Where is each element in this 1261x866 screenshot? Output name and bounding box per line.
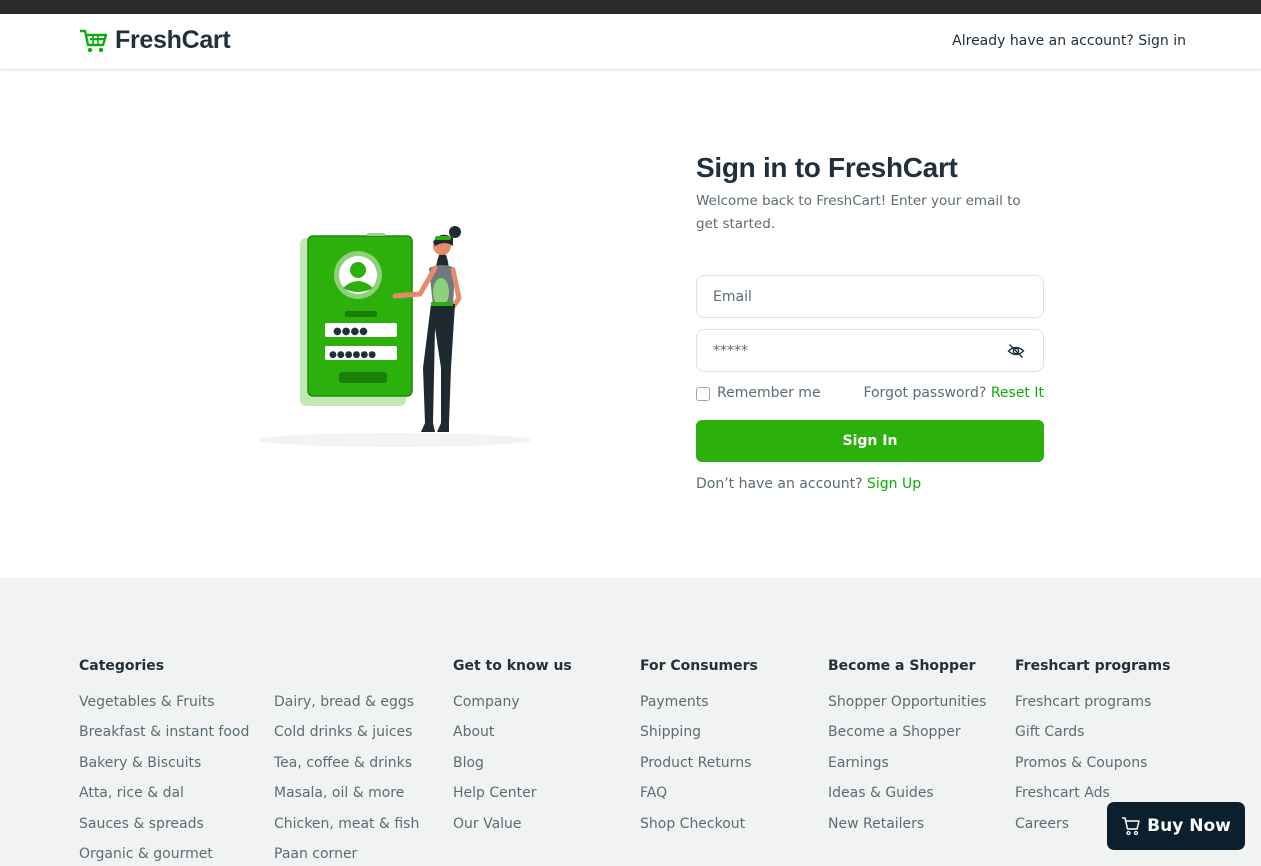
buy-now-button[interactable]: Buy Now: [1107, 802, 1245, 850]
email-field[interactable]: Email: [696, 275, 1044, 318]
email-placeholder: Email: [713, 288, 752, 305]
cart-logo-icon: [80, 29, 108, 52]
footer-link[interactable]: Masala, oil & more: [274, 785, 419, 815]
footer-link[interactable]: Ideas & Guides: [828, 785, 986, 815]
footer-link[interactable]: Earnings: [828, 755, 986, 785]
footer-link[interactable]: FAQ: [640, 785, 758, 815]
signin-title: Sign in to FreshCart: [696, 152, 958, 183]
svg-text:●●●●: ●●●●: [333, 326, 368, 337]
footer-link[interactable]: Breakfast & instant food: [79, 724, 249, 754]
eye-slash-icon[interactable]: [1007, 342, 1025, 360]
footer-link[interactable]: Tea, coffee & drinks: [274, 755, 419, 785]
svg-text:●●●●●●: ●●●●●●: [329, 350, 376, 360]
categories-list-1: Vegetables & Fruits Breakfast & instant …: [79, 694, 249, 866]
browser-top-strip: [0, 0, 1261, 14]
footer-shopper: Become a Shopper Shopper Opportunities B…: [828, 658, 986, 846]
footer-link[interactable]: Blog: [453, 755, 572, 785]
footer-link[interactable]: Help Center: [453, 785, 572, 815]
footer-link[interactable]: Paan corner: [274, 846, 419, 866]
footer-link[interactable]: Gift Cards: [1015, 724, 1170, 754]
footer-link[interactable]: Sauces & spreads: [79, 816, 249, 846]
password-field[interactable]: *****: [696, 329, 1044, 372]
site-header: FreshCart Already have an account? Sign …: [0, 14, 1261, 70]
consumers-list: Payments Shipping Product Returns FAQ Sh…: [640, 694, 758, 846]
remember-label[interactable]: Remember me: [717, 385, 821, 401]
footer-link[interactable]: Become a Shopper: [828, 724, 986, 754]
signin-button[interactable]: Sign In: [696, 420, 1044, 462]
brand-name: FreshCart: [115, 26, 231, 54]
forgot-prompt: Forgot password?: [863, 385, 987, 401]
header-signin-link[interactable]: Sign in: [1138, 33, 1186, 49]
footer-heading-consumers: For Consumers: [640, 658, 758, 674]
cart-icon: [1122, 817, 1140, 836]
signin-illustration: ●●●● ●●●●●●: [258, 226, 532, 447]
footer-consumers: For Consumers Payments Shipping Product …: [640, 658, 758, 846]
buy-now-label: Buy Now: [1147, 816, 1231, 836]
footer-link[interactable]: Product Returns: [640, 755, 758, 785]
footer-link[interactable]: Promos & Coupons: [1015, 755, 1170, 785]
signin-form-panel: Sign in to FreshCart Welcome back to Fre…: [696, 152, 1044, 492]
footer-link[interactable]: About: [453, 724, 572, 754]
signin-subtitle: Welcome back to FreshCart! Enter your em…: [696, 193, 1021, 232]
footer-link[interactable]: Dairy, bread & eggs: [274, 694, 419, 724]
password-value: *****: [713, 342, 748, 359]
footer-heading-shopper: Become a Shopper: [828, 658, 976, 674]
footer-link[interactable]: Atta, rice & dal: [79, 785, 249, 815]
signup-prompt-row: Don’t have an account? Sign Up: [696, 476, 921, 492]
shopper-list: Shopper Opportunities Become a Shopper E…: [828, 694, 986, 846]
footer-heading-programs: Freshcart programs: [1015, 658, 1171, 674]
forgot-password: Forgot password? Reset It: [863, 385, 1044, 401]
footer-heading-know-us: Get to know us: [453, 658, 572, 674]
remember-row: Remember me Forgot password? Reset It: [696, 385, 1044, 405]
footer-link[interactable]: Shopper Opportunities: [828, 694, 986, 724]
reset-password-link[interactable]: Reset It: [991, 385, 1044, 401]
footer-heading-spacer: [274, 658, 419, 678]
footer-link[interactable]: Shop Checkout: [640, 816, 758, 846]
footer-link[interactable]: Cold drinks & juices: [274, 724, 419, 754]
footer-link[interactable]: Shipping: [640, 724, 758, 754]
footer-link[interactable]: Company: [453, 694, 572, 724]
footer-categories: Categories Vegetables & Fruits Breakfast…: [79, 658, 249, 866]
footer-link[interactable]: Payments: [640, 694, 758, 724]
site-footer: Categories Vegetables & Fruits Breakfast…: [0, 578, 1261, 866]
footer-link[interactable]: Vegetables & Fruits: [79, 694, 249, 724]
footer-link[interactable]: Bakery & Biscuits: [79, 755, 249, 785]
no-account-text: Don’t have an account?: [696, 476, 863, 492]
footer-link[interactable]: Our Value: [453, 816, 572, 846]
footer-link[interactable]: New Retailers: [828, 816, 986, 846]
brand-logo[interactable]: FreshCart: [79, 26, 231, 55]
header-prompt-text: Already have an account?: [952, 33, 1134, 49]
know-us-list: Company About Blog Help Center Our Value: [453, 694, 572, 846]
footer-link[interactable]: Organic & gourmet: [79, 846, 249, 866]
footer-know-us: Get to know us Company About Blog Help C…: [453, 658, 572, 846]
signup-link[interactable]: Sign Up: [867, 476, 921, 492]
footer-heading-categories: Categories: [79, 658, 165, 674]
footer-link[interactable]: Chicken, meat & fish: [274, 816, 419, 846]
categories-list-2: Dairy, bread & eggs Cold drinks & juices…: [274, 694, 419, 866]
header-signin-prompt: Already have an account? Sign in: [952, 33, 1186, 49]
remember-checkbox[interactable]: [696, 387, 710, 401]
footer-link[interactable]: Freshcart programs: [1015, 694, 1170, 724]
footer-categories-2: Dairy, bread & eggs Cold drinks & juices…: [274, 658, 419, 866]
